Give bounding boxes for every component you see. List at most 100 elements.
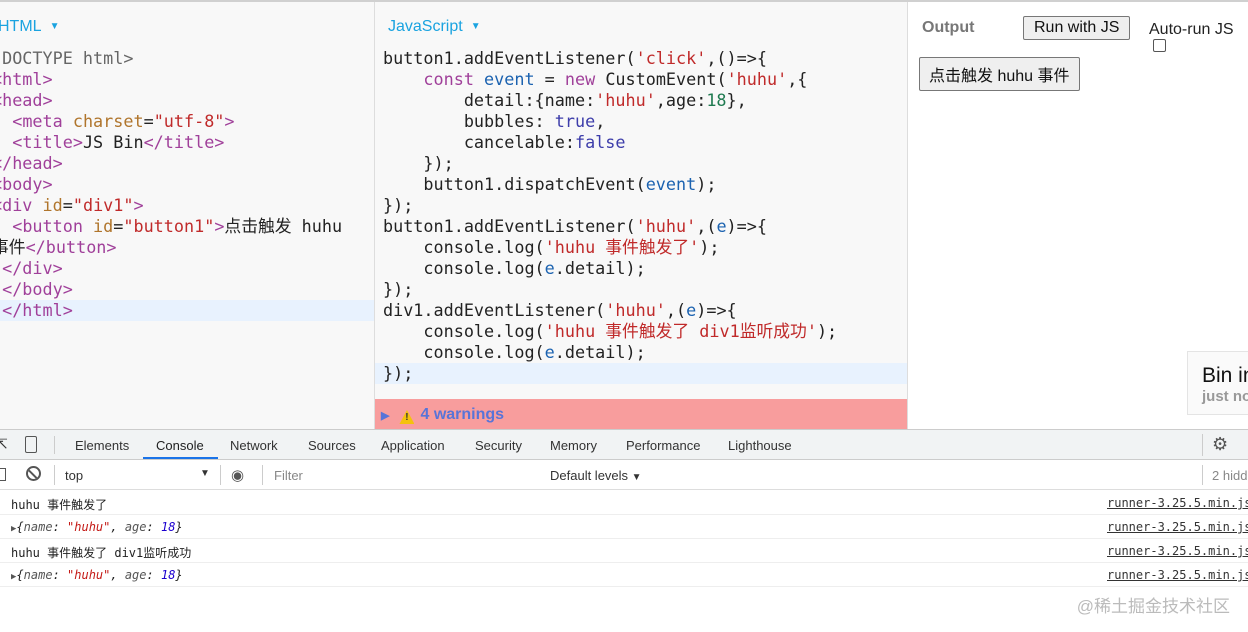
code-line[interactable]: </html> (0, 300, 374, 321)
tab-performance[interactable]: Performance (626, 438, 700, 453)
code-line[interactable]: <button id="button1">点击触发 huhu (0, 216, 374, 237)
code-line[interactable]: button1.addEventListener('huhu',(e)=>{ (375, 216, 907, 237)
code-line[interactable]: console.log('huhu 事件触发了'); (375, 237, 907, 258)
tab-application[interactable]: Application (381, 438, 445, 453)
sidebar-toggle-icon[interactable] (0, 468, 6, 481)
code-line[interactable]: console.log(e.detail); (375, 342, 907, 363)
code-token: console.log( (383, 258, 545, 278)
tab-sources[interactable]: Sources (308, 438, 356, 453)
filter-input[interactable]: Filter (266, 463, 540, 486)
code-line[interactable]: 事件</button> (0, 237, 374, 258)
autorun-toggle[interactable]: Auto-run JS (1149, 21, 1248, 57)
context-dropdown-icon[interactable]: ▼ (200, 468, 210, 479)
html-panel[interactable]: HTML ▼ !DOCTYPE html><html><head> <meta c… (0, 2, 375, 429)
bin-info-toast[interactable]: Bin injust no (1187, 351, 1248, 415)
divider (1202, 465, 1203, 485)
code-token: !DOCTYPE html> (0, 48, 134, 68)
code-line[interactable]: console.log('huhu 事件触发了 div1监听成功'); (375, 321, 907, 342)
object-age-value: 18 (160, 568, 176, 582)
object-preview[interactable]: {name: "huhu", age: 18} (16, 520, 182, 534)
toast-title: Bin in (1202, 364, 1248, 387)
console-message[interactable]: ▶{name: "huhu", age: 18} runner-3.25.5.mi… (0, 563, 1248, 587)
code-line[interactable]: <body> (0, 174, 374, 195)
js-panel[interactable]: JavaScript ▼ button1.addEventListener('cl… (375, 2, 908, 429)
js-code-editor[interactable]: button1.addEventListener('click',()=>{ c… (375, 48, 907, 384)
trigger-huhu-button[interactable]: 点击触发 huhu 事件 (919, 57, 1080, 91)
active-tab-indicator (143, 457, 218, 459)
html-code-editor[interactable]: !DOCTYPE html><html><head> <meta charset… (0, 48, 374, 321)
code-line[interactable]: </div> (0, 258, 374, 279)
code-token: event (645, 174, 697, 194)
code-token: 点击触发 huhu (224, 216, 343, 236)
code-token: > (133, 195, 144, 215)
code-token: 'huhu 事件触发了 div1监听成功' (544, 321, 817, 341)
source-link[interactable]: runner-3.25.5.min.js (1107, 496, 1248, 510)
run-with-js-button[interactable]: Run with JS (1023, 16, 1131, 40)
code-line[interactable]: }); (375, 153, 907, 174)
console-message[interactable]: ▶{name: "huhu", age: 18} runner-3.25.5.mi… (0, 515, 1248, 539)
code-token: bubbles: (383, 111, 555, 131)
code-token: , (595, 111, 606, 131)
source-link[interactable]: runner-3.25.5.min.js (1107, 568, 1248, 582)
code-token: </html> (0, 300, 73, 320)
source-link[interactable]: runner-3.25.5.min.js (1107, 520, 1248, 534)
tab-network[interactable]: Network (230, 438, 278, 453)
code-token: <head> (0, 90, 53, 110)
code-token: ); (816, 321, 838, 341)
clear-console-icon[interactable] (26, 466, 41, 481)
tab-lighthouse[interactable]: Lighthouse (728, 438, 792, 453)
tab-memory[interactable]: Memory (550, 438, 597, 453)
console-message[interactable]: huhu 事件触发了 runner-3.25.5.min.js (0, 491, 1248, 515)
log-levels-dropdown[interactable]: Default levels ▼ (550, 468, 642, 483)
watermark: @稀土掘金技术社区 (1076, 597, 1230, 616)
toast-subtitle: just no (1202, 388, 1248, 405)
code-line[interactable]: }); (375, 279, 907, 300)
device-toggle-icon[interactable] (25, 436, 37, 453)
code-token: true (554, 111, 596, 131)
code-token: console.log( (383, 237, 545, 257)
code-line[interactable]: <head> (0, 90, 374, 111)
tab-elements[interactable]: Elements (75, 438, 129, 453)
tab-console[interactable]: Console (156, 438, 204, 453)
code-line[interactable]: const event = new CustomEvent('huhu',{ (375, 69, 907, 90)
live-expression-eye-icon[interactable]: ◉ (231, 466, 244, 484)
code-token: "button1" (123, 216, 215, 236)
autorun-checkbox[interactable] (1153, 39, 1166, 52)
code-line[interactable]: console.log(e.detail); (375, 258, 907, 279)
html-panel-title[interactable]: HTML ▼ (0, 18, 59, 36)
settings-gear-icon[interactable]: ⚙ (1212, 434, 1228, 455)
source-link[interactable]: runner-3.25.5.min.js (1107, 544, 1248, 558)
code-line[interactable]: bubbles: true, (375, 111, 907, 132)
warnings-bar[interactable]: ▶! 4 warnings (375, 399, 907, 429)
code-line[interactable]: }); (375, 363, 907, 384)
code-line[interactable]: <title>JS Bin</title> (0, 132, 374, 153)
code-line[interactable]: <meta charset="utf-8"> (0, 111, 374, 132)
code-line[interactable]: <html> (0, 69, 374, 90)
code-token: .detail); (554, 342, 646, 362)
code-line[interactable]: div1.addEventListener('huhu',(e)=>{ (375, 300, 907, 321)
object-preview[interactable]: {name: "huhu", age: 18} (16, 568, 182, 582)
code-token: 事件 (0, 237, 26, 257)
js-panel-title[interactable]: JavaScript ▼ (388, 18, 481, 36)
code-line[interactable]: </head> (0, 153, 374, 174)
code-token: .detail); (554, 258, 646, 278)
code-token: <button (12, 216, 94, 236)
code-token: console.log( (383, 321, 545, 341)
code-token: e (544, 342, 555, 362)
code-line[interactable]: detail:{name:'huhu',age:18}, (375, 90, 907, 111)
code-line[interactable]: }); (375, 195, 907, 216)
tab-security[interactable]: Security (475, 438, 522, 453)
code-line[interactable]: button1.addEventListener('click',()=>{ (375, 48, 907, 69)
levels-label: Default levels (550, 468, 629, 483)
context-select[interactable]: top (65, 468, 83, 483)
code-token: </div> (2, 258, 63, 278)
code-line[interactable]: button1.dispatchEvent(event); (375, 174, 907, 195)
divider (54, 436, 55, 454)
code-line[interactable]: cancelable:false (375, 132, 907, 153)
console-message[interactable]: huhu 事件触发了 div1监听成功 runner-3.25.5.min.js (0, 539, 1248, 563)
code-line[interactable]: </body> (0, 279, 374, 300)
code-line[interactable]: <div id="div1"> (0, 195, 374, 216)
code-line[interactable]: !DOCTYPE html> (0, 48, 374, 69)
inspect-element-icon[interactable]: ⇱ (0, 436, 8, 453)
